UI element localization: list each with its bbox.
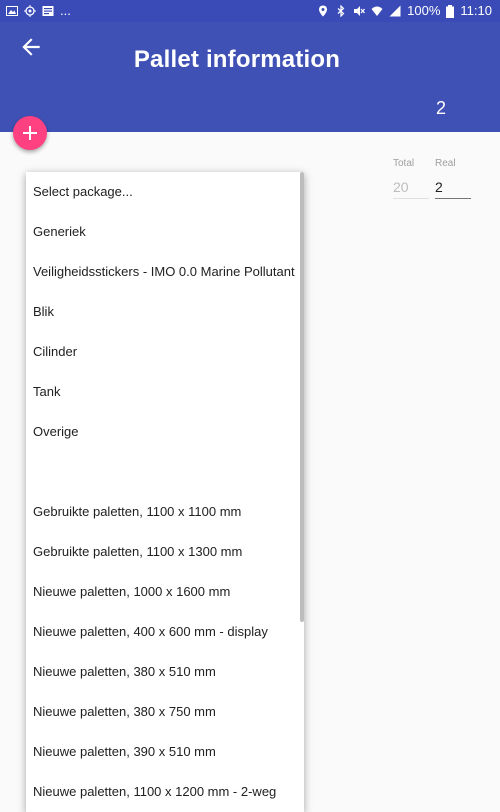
location-pin-icon [319, 5, 328, 17]
status-bar: ... 100% 11:10 [0, 0, 500, 22]
signal-icon [389, 5, 401, 17]
dropdown-item[interactable]: Gebruikte paletten, 1100 x 1300 mm [26, 532, 304, 572]
dropdown-item[interactable]: Veiligheidsstickers - IMO 0.0 Marine Pol… [26, 252, 304, 292]
plus-icon [23, 126, 37, 140]
dropdown-item[interactable]: Nieuwe paletten, 400 x 600 mm - display [26, 612, 304, 652]
message-icon [42, 6, 54, 16]
wifi-icon [371, 6, 383, 16]
real-underline [435, 198, 471, 199]
dropdown-item[interactable]: Generiek [26, 212, 304, 252]
mute-icon [354, 6, 366, 16]
real-quantity-field[interactable] [435, 176, 471, 198]
dropdown-item[interactable]: Overige [26, 412, 304, 452]
add-button[interactable] [13, 116, 47, 150]
bluetooth-icon [337, 5, 345, 17]
dropdown-item[interactable]: Blik [26, 292, 304, 332]
package-dropdown[interactable]: Select package... Generiek Veiligheidsst… [26, 172, 304, 812]
page-title: Pallet information [133, 46, 341, 73]
clock: 11:10 [460, 3, 492, 18]
dropdown-scrollbar[interactable] [300, 172, 304, 622]
pallet-count: 2 [436, 98, 447, 118]
location-target-icon [24, 5, 36, 17]
real-label: Real [435, 158, 456, 169]
dropdown-item[interactable]: Nieuwe paletten, 390 x 510 mm [26, 732, 304, 772]
dropdown-item[interactable]: Select package... [26, 172, 304, 212]
total-label: Total [393, 158, 415, 169]
dropdown-item[interactable]: Gebruikte paletten, 1100 x 1100 mm [26, 492, 304, 532]
image-icon [6, 6, 18, 16]
dropdown-item[interactable]: Nieuwe paletten, 380 x 510 mm [26, 652, 304, 692]
battery-icon [446, 4, 455, 18]
total-field [393, 176, 429, 198]
total-underline [393, 198, 429, 199]
status-overflow: ... [60, 3, 71, 18]
app-bar: Pallet information 2 [0, 22, 500, 132]
dropdown-item[interactable]: Cilinder [26, 332, 304, 372]
dropdown-item[interactable]: Tank [26, 372, 304, 412]
dropdown-item[interactable]: Nieuwe paletten, 1000 x 1600 mm [26, 572, 304, 612]
battery-level: 100% [407, 3, 441, 18]
dropdown-item[interactable]: Nieuwe paletten, 380 x 750 mm [26, 692, 304, 732]
dropdown-item[interactable]: Nieuwe paletten, 1100 x 1200 mm - 2-weg [26, 772, 304, 812]
dropdown-item[interactable] [26, 452, 304, 492]
